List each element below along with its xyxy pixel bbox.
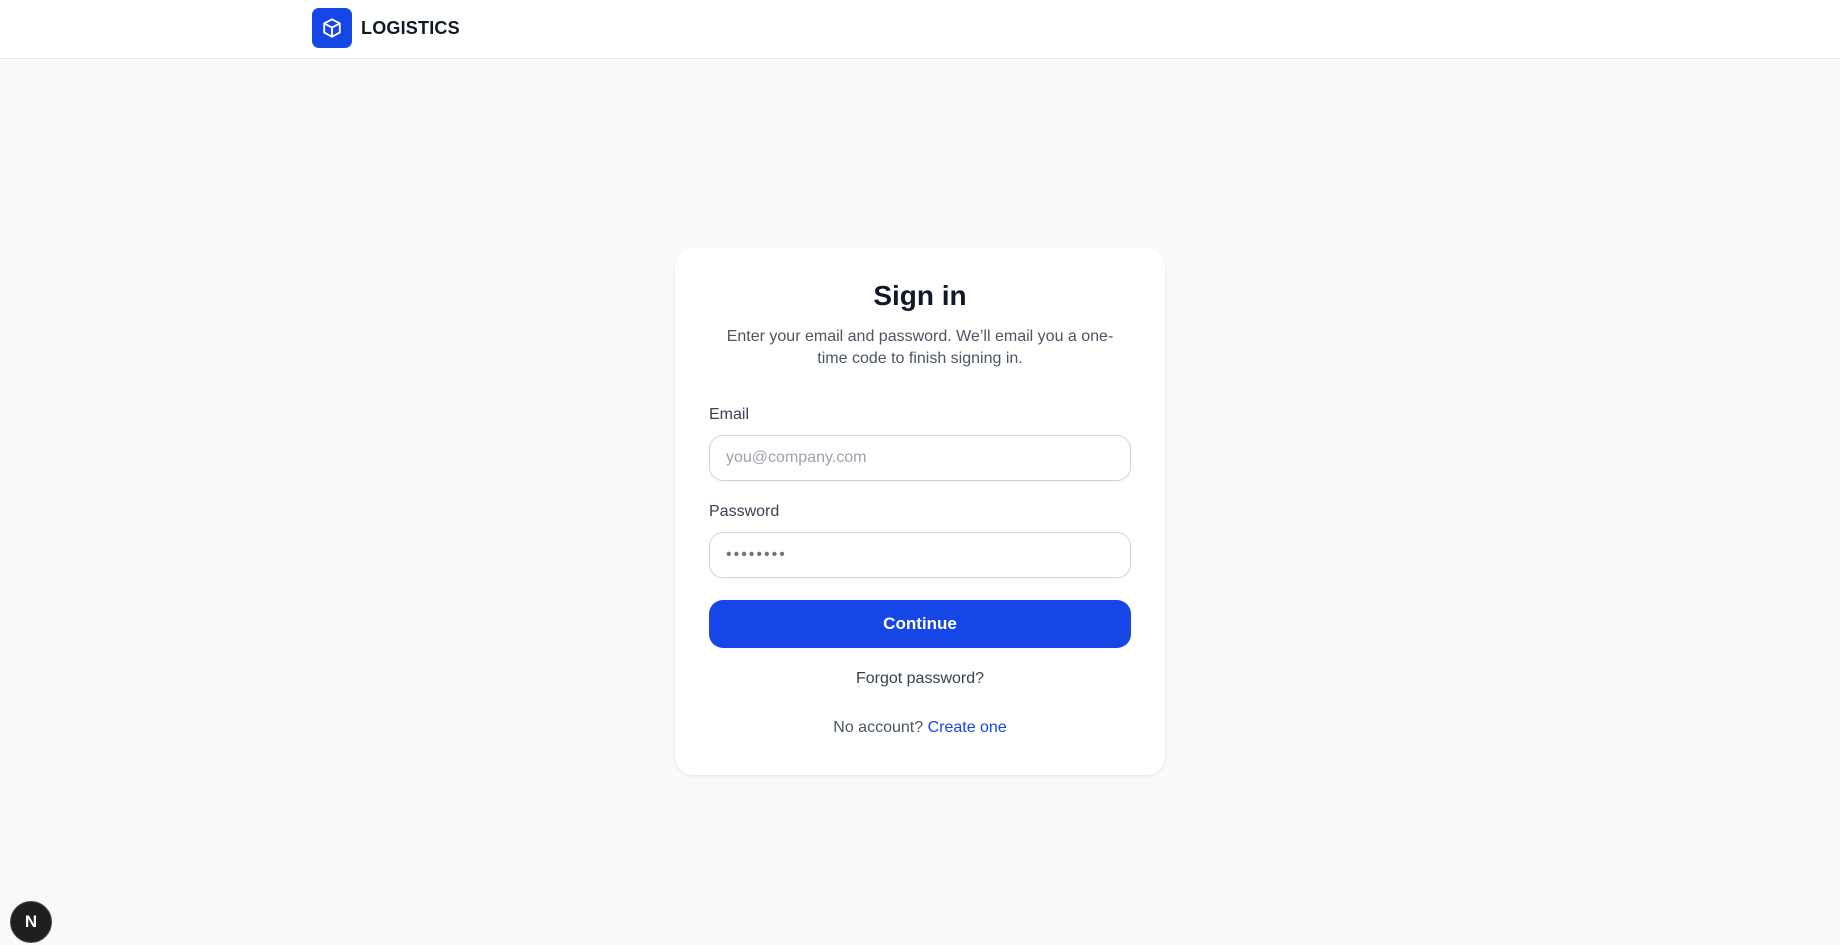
create-account-link[interactable]: Create one: [928, 719, 1007, 736]
sign-in-description: Enter your email and password. We’ll ema…: [726, 328, 1114, 367]
no-account-text: No account?: [833, 719, 924, 736]
brand-logo: [312, 8, 352, 48]
create-account-prompt: No account? Create one: [675, 719, 1165, 737]
sign-in-card: Sign in Enter your email and password. W…: [675, 248, 1165, 775]
brand-link[interactable]: LOGISTICS: [312, 8, 460, 48]
page-title: Sign in: [873, 280, 967, 311]
brand-name: LOGISTICS: [361, 17, 460, 38]
password-field[interactable]: [709, 532, 1131, 578]
email-label: Email: [709, 406, 750, 423]
continue-button[interactable]: Continue: [709, 600, 1131, 648]
top-navigation-bar: LOGISTICS: [0, 0, 1840, 59]
forgot-password-link[interactable]: Forgot password?: [675, 670, 1165, 688]
nextjs-dev-indicator[interactable]: N: [10, 901, 52, 943]
password-label: Password: [709, 503, 780, 520]
nextjs-icon: N: [24, 912, 38, 931]
cube-icon: [323, 18, 341, 38]
email-field[interactable]: [709, 435, 1131, 481]
